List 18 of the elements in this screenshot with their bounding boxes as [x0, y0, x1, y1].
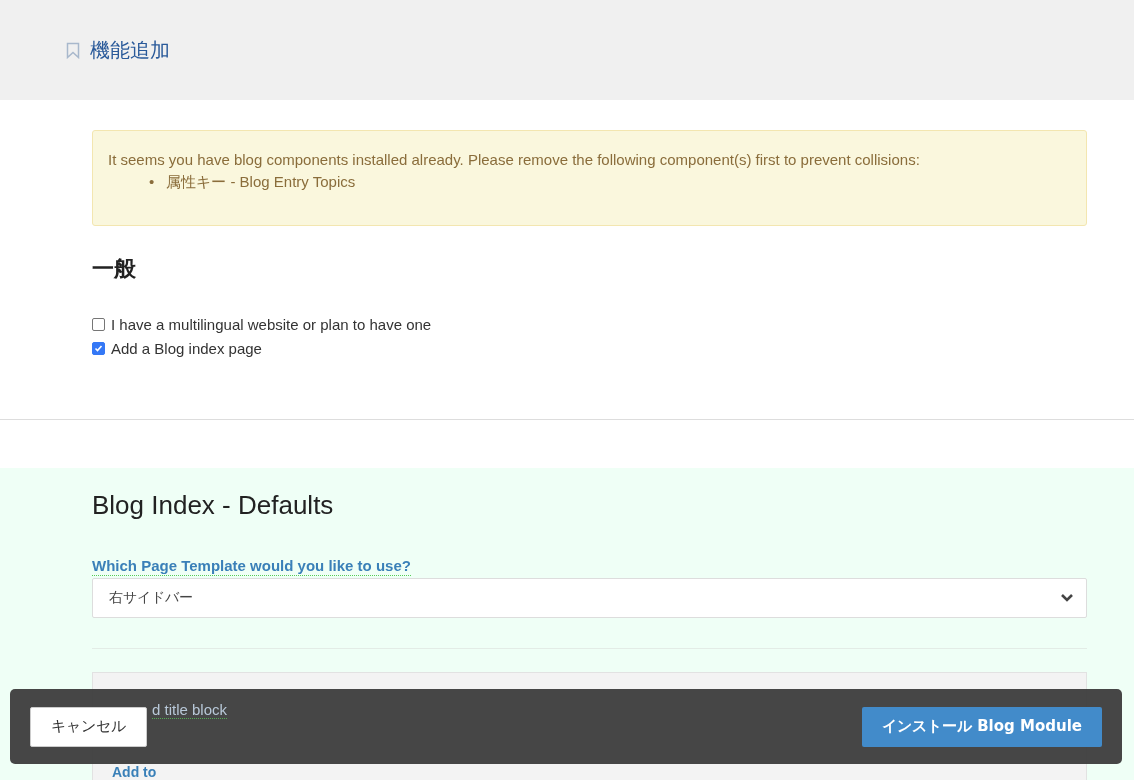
- alert-message: It seems you have blog components installed already. Please remove the following component(s) first to prevent collisions:: [108, 150, 921, 170]
- field-label: Add to: [112, 765, 158, 780]
- section-heading: 一般: [92, 255, 136, 283]
- bullet: •: [149, 172, 155, 192]
- checkbox[interactable]: [92, 318, 105, 331]
- section-heading: Blog Index - Defaults: [92, 490, 334, 521]
- bookmark-icon: [66, 41, 80, 59]
- install-button[interactable]: インストール Blog Module: [861, 706, 1102, 747]
- field-label: Which Page Template would you like to use?: [92, 557, 411, 576]
- checkbox-label: Add a Blog index page: [111, 340, 262, 357]
- checkmark-icon: [94, 344, 103, 353]
- alert-list-item: 属性キー - Blog Entry Topics: [166, 172, 356, 192]
- template-select[interactable]: 右サイドバー: [92, 578, 1087, 618]
- checkbox-label: I have a multilingual website or plan to have one: [111, 316, 432, 333]
- checkbox[interactable]: [92, 342, 105, 355]
- page-title: 機能追加: [90, 36, 170, 64]
- chevron-down-icon: [1060, 593, 1074, 603]
- cancel-button[interactable]: キャンセル: [30, 706, 147, 747]
